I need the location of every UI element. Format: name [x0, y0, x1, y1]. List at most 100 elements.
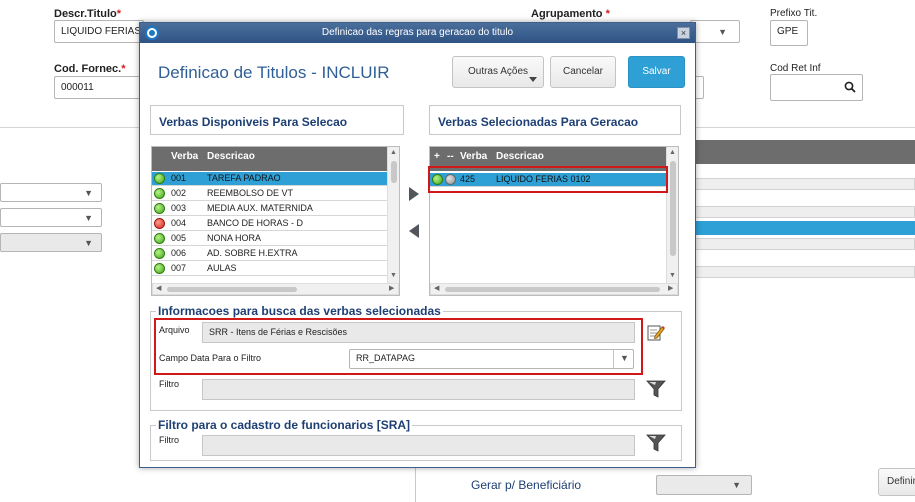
status-green-icon: [154, 263, 165, 274]
row-descricao: TAREFA PADRAO: [207, 173, 281, 183]
selected-panel-title: Verbas Selecionadas Para Geracao: [438, 115, 639, 129]
status-green-icon: [154, 233, 165, 244]
table-row[interactable]: 007 AULAS: [152, 262, 387, 276]
scroll-thumb[interactable]: [670, 161, 676, 256]
table-row[interactable]: 002 REEMBOLSO DE VT: [152, 187, 387, 201]
vertical-scrollbar[interactable]: ▲ ▼: [387, 147, 399, 283]
highlight-selected-row: [428, 166, 668, 193]
row-verba: 005: [171, 233, 187, 243]
cod-fornec-label: Cod. Fornec.*: [54, 63, 126, 75]
agrupamento-select[interactable]: ▼: [690, 20, 740, 43]
cod-ret-inf-label: Cod Ret Inf: [770, 63, 821, 74]
column-header-verba: Verba: [460, 151, 488, 162]
scroll-down-icon[interactable]: ▼: [669, 272, 676, 279]
table-row[interactable]: 001 TAREFA PADRAO: [152, 172, 387, 186]
scroll-right-icon[interactable]: ▶: [668, 284, 673, 292]
cancel-button[interactable]: Cancelar: [550, 56, 616, 88]
caret-down-icon: [529, 77, 537, 82]
table-row[interactable]: 006 AD. SOBRE H.EXTRA: [152, 247, 387, 261]
cod-fornec-input[interactable]: 000011: [54, 76, 144, 99]
row-descricao: MEDIA AUX. MATERNIDA: [207, 203, 313, 213]
funnel-icon[interactable]: [646, 380, 666, 398]
column-header-verba: Verba: [171, 151, 199, 162]
outras-acoes-label: Outras Ações: [467, 66, 529, 77]
gerar-beneficiario-select[interactable]: ▼: [656, 475, 752, 495]
close-icon[interactable]: ×: [677, 27, 690, 39]
background-select-1[interactable]: ▼: [0, 183, 102, 202]
modal-title-bar: Definicao das regras para geracao do tit…: [140, 23, 695, 43]
funnel-icon[interactable]: [646, 434, 666, 452]
funcionarios-filtro-field[interactable]: [202, 435, 635, 456]
funcionarios-legend: Filtro para o cadastro de funcionarios […: [156, 418, 413, 432]
status-green-icon: [154, 173, 165, 184]
save-button[interactable]: Salvar: [628, 56, 685, 88]
table-row[interactable]: 004 BANCO DE HORAS - D: [152, 217, 387, 231]
background-select-3[interactable]: ▼: [0, 233, 102, 252]
row-descricao: REEMBOLSO DE VT: [207, 188, 294, 198]
chevron-down-icon: ▼: [84, 188, 93, 198]
chevron-down-icon: ▼: [732, 480, 741, 490]
row-descricao: AULAS: [207, 263, 237, 273]
outras-acoes-button[interactable]: Outras Ações: [452, 56, 544, 88]
scroll-down-icon[interactable]: ▼: [390, 272, 397, 279]
descr-titulo-label: Descr.Titulo*: [54, 8, 122, 20]
background-grid-row: [695, 178, 915, 190]
status-green-icon: [154, 203, 165, 214]
divider: [415, 468, 416, 502]
table-row[interactable]: 003 MEDIA AUX. MATERNIDA: [152, 202, 387, 216]
row-descricao: NONA HORA: [207, 233, 262, 243]
background-grid-header: [695, 140, 915, 164]
prefixo-tit-label: Prefixo Tit.: [770, 8, 818, 19]
cod-ret-inf-input[interactable]: [770, 74, 863, 101]
row-verba: 002: [171, 188, 187, 198]
scroll-left-icon[interactable]: ◀: [434, 284, 439, 292]
scroll-up-icon[interactable]: ▲: [669, 149, 676, 156]
available-panel-header: Verbas Disponiveis Para Selecao: [150, 105, 404, 135]
available-verbas-grid[interactable]: Verba Descricao 001 TAREFA PADRAO 002 RE…: [151, 146, 400, 296]
background-select-2[interactable]: ▼: [0, 208, 102, 227]
edit-pencil-icon[interactable]: [647, 323, 665, 341]
horizontal-scrollbar[interactable]: ◀ ▶: [430, 283, 678, 295]
app-logo-icon: [145, 26, 159, 40]
arrow-left-icon[interactable]: [408, 223, 420, 239]
status-green-icon: [154, 248, 165, 259]
busca-legend: Informacoes para busca das verbas seleci…: [156, 304, 443, 318]
scroll-thumb[interactable]: [167, 287, 297, 292]
chevron-down-icon: ▼: [718, 27, 727, 37]
background-grid-row: [695, 238, 915, 250]
search-icon[interactable]: [844, 81, 856, 93]
row-verba: 003: [171, 203, 187, 213]
prefixo-tit-input[interactable]: GPE: [770, 20, 808, 46]
row-verba: 001: [171, 173, 187, 183]
highlight-busca-fields: [154, 318, 643, 375]
filtro-field[interactable]: [202, 379, 635, 400]
descr-titulo-input[interactable]: LIQUIDO FERIAS: [54, 20, 144, 43]
column-header-descricao: Descricao: [496, 151, 544, 162]
row-verba: 004: [171, 218, 187, 228]
horizontal-scrollbar[interactable]: ◀ ▶: [152, 283, 399, 295]
background-grid-row: [695, 266, 915, 278]
scroll-thumb[interactable]: [445, 287, 660, 292]
row-descricao: BANCO DE HORAS - D: [207, 218, 304, 228]
available-panel-title: Verbas Disponiveis Para Selecao: [159, 115, 348, 129]
column-header-dash: --: [447, 151, 454, 162]
scroll-up-icon[interactable]: ▲: [390, 149, 397, 156]
arrow-right-icon[interactable]: [408, 186, 420, 202]
column-header-descricao: Descricao: [207, 151, 255, 162]
chevron-down-icon: ▼: [84, 238, 93, 248]
page-title: Definicao de Titulos - INCLUIR: [158, 63, 390, 82]
status-green-icon: [154, 188, 165, 199]
row-verba: 007: [171, 263, 187, 273]
agrupamento-label: Agrupamento *: [531, 8, 610, 20]
funcionarios-filtro-label: Filtro: [159, 435, 179, 445]
status-red-icon: [154, 218, 165, 229]
chevron-down-icon: ▼: [84, 213, 93, 223]
scroll-right-icon[interactable]: ▶: [389, 284, 394, 292]
modal-dialog: Definicao das regras para geracao do tit…: [139, 22, 696, 468]
definir-button[interactable]: Definir: [878, 468, 915, 496]
table-row[interactable]: 005 NONA HORA: [152, 232, 387, 246]
scroll-left-icon[interactable]: ◀: [156, 284, 161, 292]
scroll-thumb[interactable]: [391, 161, 397, 183]
filtro-label: Filtro: [159, 379, 179, 389]
background-grid-row: [695, 206, 915, 218]
